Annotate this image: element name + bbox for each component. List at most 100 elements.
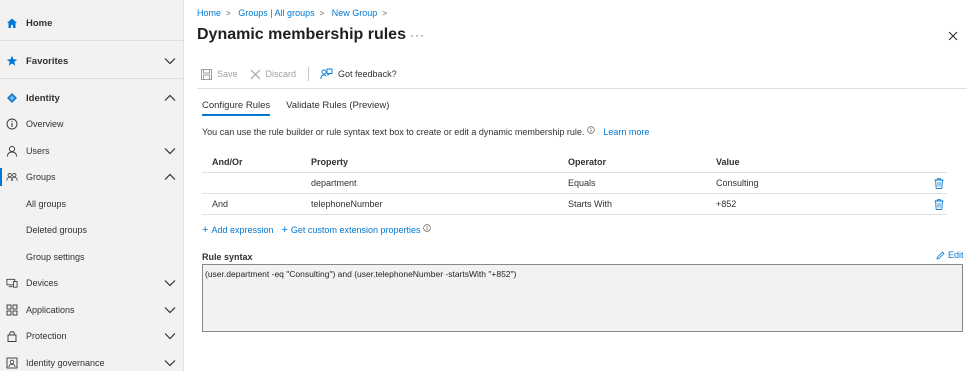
learn-more-link[interactable]: Learn more — [603, 127, 649, 137]
property-cell[interactable]: department — [311, 173, 357, 193]
andor-cell[interactable]: And — [212, 194, 228, 214]
feedback-label: Got feedback? — [338, 69, 397, 79]
table-row[interactable]: And telephoneNumber Starts With +852 — [202, 194, 947, 215]
operator-cell[interactable]: Equals — [568, 173, 596, 193]
chevron-right-icon: > — [319, 9, 325, 18]
home-icon — [6, 17, 18, 29]
get-custom-extension-button[interactable]: + Get custom extension properties — [281, 224, 431, 236]
sidebar-nav: Home Favorites Identity Overview Users G… — [0, 0, 184, 371]
sidebar-item-label: Identity — [26, 92, 60, 104]
applications-icon — [6, 304, 18, 316]
sidebar-item-groups[interactable]: Groups — [0, 164, 184, 190]
devices-icon — [6, 277, 18, 289]
toolbar: Save Discard Got feedback? — [201, 66, 409, 82]
description: You can use the rule builder or rule syn… — [202, 126, 649, 138]
property-cell[interactable]: telephoneNumber — [311, 194, 383, 214]
sidebar-item-label: Protection — [26, 331, 67, 341]
divider — [0, 40, 184, 41]
tab-validate-rules[interactable]: Validate Rules (Preview) — [286, 100, 389, 116]
sidebar-item-label: Home — [26, 17, 53, 29]
trash-icon[interactable] — [934, 173, 944, 193]
chevron-down-icon[interactable] — [164, 331, 176, 341]
column-header-operator: Operator — [568, 156, 607, 167]
chevron-down-icon[interactable] — [164, 305, 176, 315]
main-panel: Home > Groups | All groups > New Group > Dy… — [184, 0, 975, 371]
chevron-down-icon[interactable] — [164, 146, 176, 156]
divider — [0, 78, 184, 79]
sidebar-item-label: Identity governance — [26, 358, 105, 368]
add-expression-label: Add expression — [211, 225, 274, 235]
toolbar-divider — [308, 67, 310, 81]
info-icon — [6, 118, 18, 130]
chevron-down-icon[interactable] — [164, 278, 176, 288]
column-header-value: Value — [716, 156, 740, 167]
sidebar-item-label: Groups — [26, 172, 56, 182]
discard-button[interactable]: Discard — [250, 69, 297, 80]
tab-configure-rules[interactable]: Configure Rules — [202, 100, 271, 116]
chevron-up-icon[interactable] — [164, 93, 176, 103]
user-icon — [6, 145, 18, 157]
breadcrumb-new-group[interactable]: New Group — [332, 8, 378, 18]
breadcrumb-home[interactable]: Home — [197, 8, 221, 18]
plus-icon: + — [281, 224, 288, 236]
chevron-down-icon[interactable] — [164, 56, 176, 66]
save-label: Save — [217, 69, 238, 79]
save-button[interactable]: Save — [201, 68, 238, 80]
rules-table: And/Or Property Operator Value departmen… — [202, 151, 947, 215]
sidebar-item-label: Applications — [26, 305, 75, 315]
chevron-up-icon[interactable] — [164, 172, 176, 182]
sidebar-item-label: All groups — [26, 199, 67, 209]
sidebar-item-all-groups[interactable]: All groups — [0, 191, 184, 217]
chevron-right-icon: > — [382, 9, 387, 18]
sidebar-item-protection[interactable]: Protection — [0, 323, 184, 349]
sidebar-item-label: Group settings — [26, 252, 85, 262]
sidebar-item-label: Users — [26, 146, 50, 156]
info-icon[interactable] — [422, 224, 431, 232]
column-header-andor: And/Or — [212, 156, 243, 167]
rule-syntax-label: Rule syntax — [202, 252, 253, 262]
add-expression-button[interactable]: + Add expression — [202, 224, 273, 236]
description-text: You can use the rule builder or rule syn… — [202, 127, 585, 137]
edit-label: Edit — [948, 250, 964, 260]
sidebar-item-deleted-groups[interactable]: Deleted groups — [0, 217, 184, 243]
info-icon[interactable] — [587, 126, 596, 134]
discard-icon — [250, 69, 260, 79]
sidebar-item-home[interactable]: Home — [0, 10, 184, 36]
groups-icon — [6, 171, 18, 183]
sidebar-item-favorites[interactable]: Favorites — [0, 48, 184, 74]
value-cell[interactable]: Consulting — [716, 173, 759, 193]
identity-icon — [6, 92, 18, 104]
table-header-row: And/Or Property Operator Value — [202, 151, 947, 173]
close-icon[interactable] — [947, 30, 959, 42]
lock-icon — [6, 330, 18, 342]
sidebar-item-overview[interactable]: Overview — [0, 111, 184, 137]
divider — [197, 88, 967, 89]
sidebar-item-identity-governance[interactable]: Identity governance — [0, 350, 184, 371]
plus-icon: + — [202, 224, 209, 236]
more-options-icon[interactable]: ··· — [410, 28, 425, 42]
value-cell[interactable]: +852 — [716, 194, 736, 214]
breadcrumb: Home > Groups | All groups > New Group > — [197, 8, 392, 18]
discard-label: Discard — [265, 69, 297, 79]
edit-button[interactable]: Edit — [936, 250, 964, 260]
rule-syntax-textbox[interactable]: (user.department -eq "Consulting") and (… — [202, 264, 963, 332]
sidebar-item-applications[interactable]: Applications — [0, 297, 184, 323]
governance-icon — [6, 357, 18, 369]
sidebar-item-label: Favorites — [26, 55, 69, 67]
sidebar-item-label: Deleted groups — [26, 225, 88, 235]
sidebar-item-devices[interactable]: Devices — [0, 270, 184, 296]
trash-icon[interactable] — [934, 194, 944, 214]
feedback-icon — [320, 68, 333, 80]
table-row[interactable]: department Equals Consulting — [202, 173, 947, 194]
operator-cell[interactable]: Starts With — [568, 194, 612, 214]
sidebar-item-identity[interactable]: Identity — [0, 85, 184, 111]
sidebar-item-label: Overview — [26, 119, 64, 129]
sidebar-item-users[interactable]: Users — [0, 138, 184, 164]
breadcrumb-groups[interactable]: Groups | All groups — [238, 8, 314, 18]
page-title: Dynamic membership rules — [197, 26, 406, 43]
column-header-property: Property — [311, 156, 349, 167]
sidebar-item-group-settings[interactable]: Group settings — [0, 244, 184, 270]
feedback-button[interactable]: Got feedback? — [320, 68, 397, 80]
sidebar-item-label: Devices — [26, 278, 59, 288]
chevron-down-icon[interactable] — [164, 358, 176, 368]
